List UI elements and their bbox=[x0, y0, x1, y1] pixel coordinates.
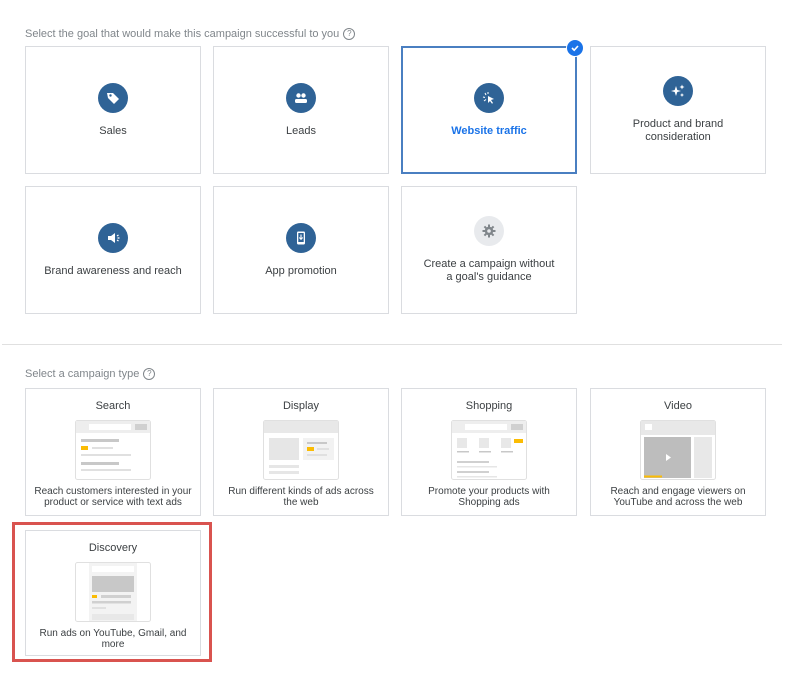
goal-section-text: Select the goal that would make this cam… bbox=[25, 28, 340, 40]
goal-label: Create a campaign without a goal's guida… bbox=[423, 258, 555, 283]
cursor-click-icon bbox=[474, 82, 504, 113]
goal-card-app-promotion[interactable]: App promotion bbox=[213, 186, 389, 314]
gear-icon bbox=[474, 216, 504, 246]
phone-download-icon bbox=[286, 222, 316, 253]
check-icon bbox=[566, 39, 584, 57]
video-ad-illustration bbox=[640, 420, 716, 480]
campaign-type-title: Search bbox=[95, 400, 131, 412]
goal-label: Leads bbox=[286, 124, 316, 137]
goal-card-brand-awareness[interactable]: Brand awareness and reach bbox=[25, 186, 201, 314]
campaign-type-description: Promote your products with Shopping ads bbox=[428, 486, 550, 508]
goal-card-no-guidance[interactable]: Create a campaign without a goal's guida… bbox=[401, 186, 577, 314]
goal-label: Brand awareness and reach bbox=[44, 264, 182, 277]
campaign-type-description: Run ads on YouTube, Gmail, and more bbox=[39, 628, 187, 650]
campaign-section-text: Select a campaign type bbox=[25, 368, 140, 380]
goal-card-website-traffic[interactable]: Website traffic bbox=[401, 39, 584, 174]
discovery-ad-illustration bbox=[75, 562, 151, 622]
help-icon[interactable]: ? bbox=[343, 28, 356, 40]
campaign-type-discovery[interactable]: Discovery Run ads on YouTube, Gmail, and… bbox=[25, 530, 201, 656]
help-icon[interactable]: ? bbox=[143, 368, 156, 380]
shopping-ad-illustration bbox=[451, 420, 527, 480]
megaphone-icon bbox=[98, 222, 128, 253]
campaign-type-description: Reach customers interested in your produ… bbox=[34, 486, 192, 508]
goal-label: App promotion bbox=[265, 264, 337, 277]
campaign-type-title: Discovery bbox=[88, 542, 138, 554]
campaign-type-shopping[interactable]: Shopping Promote your products with Shop… bbox=[401, 388, 577, 516]
campaign-type-title: Display bbox=[282, 400, 320, 412]
campaign-type-title: Shopping bbox=[465, 400, 513, 412]
campaign-type-description: Run different kinds of ads across the we… bbox=[228, 486, 374, 508]
goal-label: Website traffic bbox=[451, 124, 527, 137]
campaign-type-display[interactable]: Display Run different kinds of ads acros… bbox=[213, 388, 389, 516]
display-ad-illustration bbox=[263, 420, 339, 480]
campaign-type-video[interactable]: Video Reach and engage viewers on YouTub… bbox=[590, 388, 766, 516]
goal-section-label: Select the goal that would make this cam… bbox=[25, 28, 356, 40]
people-icon bbox=[286, 82, 316, 113]
campaign-type-search[interactable]: Search Reach customers interested in you… bbox=[25, 388, 201, 516]
search-ad-illustration bbox=[75, 420, 151, 480]
sparkle-icon bbox=[663, 76, 693, 106]
section-divider bbox=[2, 344, 782, 345]
goal-card-product-brand-consideration[interactable]: Product and brand consideration bbox=[590, 46, 766, 174]
goal-card-sales[interactable]: Sales bbox=[25, 46, 201, 174]
goal-card-leads[interactable]: Leads bbox=[213, 46, 389, 174]
goal-label: Sales bbox=[99, 124, 127, 137]
tag-icon bbox=[98, 82, 128, 113]
goal-label: Product and brand consideration bbox=[632, 118, 724, 143]
campaign-type-description: Reach and engage viewers on YouTube and … bbox=[610, 486, 746, 508]
campaign-type-title: Video bbox=[664, 400, 692, 412]
campaign-section-label: Select a campaign type ? bbox=[25, 368, 156, 380]
